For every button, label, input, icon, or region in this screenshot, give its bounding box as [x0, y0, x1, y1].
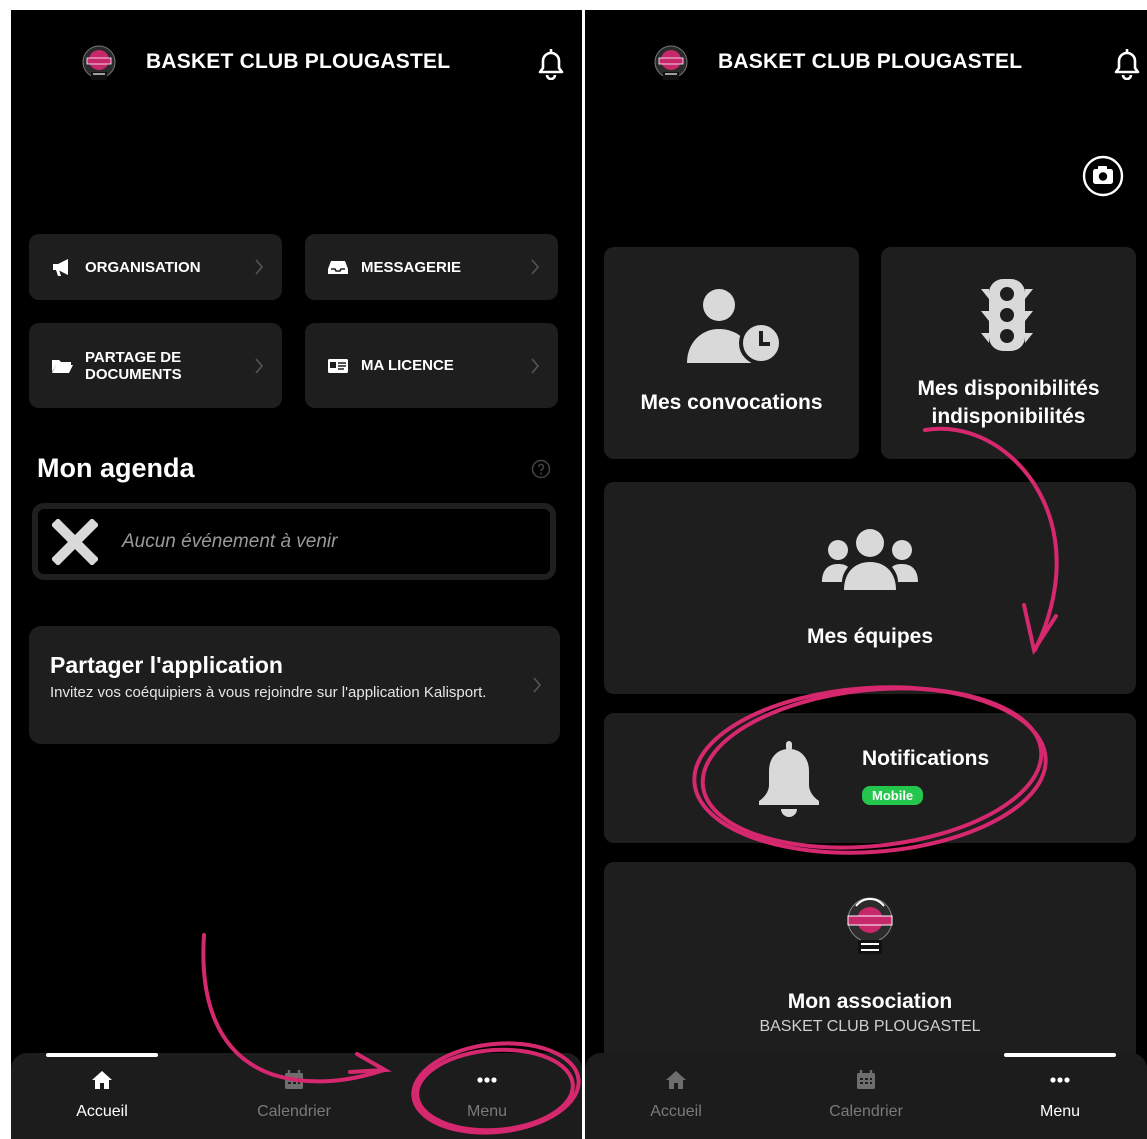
bottom-tab-bar: Accueil Calendrier Menu	[585, 1053, 1147, 1139]
club-name: BASKET CLUB PLOUGASTEL	[718, 50, 1023, 73]
chevron-right-icon	[255, 358, 264, 374]
availability-tile[interactable]: Mes disponibilités indisponibilités	[881, 247, 1136, 459]
agenda-empty-text: Aucun événement à venir	[122, 531, 338, 552]
ma-licence-label: MA LICENCE	[361, 357, 454, 374]
calendar-icon	[857, 1070, 875, 1089]
chevron-right-icon	[533, 677, 542, 693]
teams-title: Mes équipes	[806, 625, 934, 648]
users-group-icon	[822, 529, 918, 590]
user-clock-icon	[687, 289, 781, 365]
chevron-right-icon	[531, 358, 540, 374]
home-icon	[92, 1071, 112, 1089]
club-crest-icon	[847, 897, 893, 954]
megaphone-icon	[53, 259, 68, 276]
share-app-card[interactable]: Partager l'application Invitez vos coéqu…	[29, 626, 560, 744]
ma-licence-link[interactable]: MA LICENCE	[305, 323, 558, 408]
bell-icon	[759, 741, 819, 817]
agenda-empty-state: Aucun événement à venir	[32, 503, 556, 580]
tab-accueil-label: Accueil	[650, 1103, 702, 1120]
club-logo-icon	[82, 45, 116, 80]
calendar-icon	[285, 1070, 303, 1089]
active-tab-indicator	[1004, 1053, 1116, 1057]
tab-calendrier[interactable]: Calendrier	[775, 1053, 957, 1139]
help-icon[interactable]	[531, 459, 551, 479]
agenda-title: Mon agenda	[37, 453, 195, 483]
organisation-link[interactable]: ORGANISATION	[29, 234, 282, 300]
tab-calendrier[interactable]: Calendrier	[203, 1053, 385, 1139]
more-icon	[1050, 1077, 1070, 1083]
tab-menu-label: Menu	[466, 1103, 508, 1120]
app-header: BASKET CLUB PLOUGASTEL	[11, 10, 582, 120]
id-card-icon	[328, 358, 348, 373]
convocations-title: Mes convocations	[640, 391, 823, 414]
club-name: BASKET CLUB PLOUGASTEL	[146, 50, 451, 73]
partage-documents-link[interactable]: PARTAGE DE DOCUMENTS	[29, 323, 282, 408]
share-app-title: Partager l'application	[50, 652, 283, 678]
club-logo-icon	[654, 45, 688, 80]
chevron-right-icon	[255, 259, 264, 275]
organisation-label: ORGANISATION	[85, 258, 201, 276]
notification-bell-icon[interactable]	[1111, 46, 1143, 80]
partage-documents-label: PARTAGE DE DOCUMENTS	[85, 348, 182, 383]
tab-menu[interactable]: Menu	[970, 1053, 1147, 1139]
chevron-right-icon	[531, 259, 540, 275]
messagerie-label: MESSAGERIE	[361, 258, 462, 276]
notifications-title: Notifications	[862, 747, 990, 770]
bottom-tab-bar: Accueil Calendrier Menu	[11, 1053, 582, 1139]
association-name: BASKET CLUB PLOUGASTEL	[759, 1018, 981, 1035]
close-icon	[52, 519, 98, 565]
tab-menu[interactable]: Menu	[397, 1053, 577, 1139]
tab-calendrier-label: Calendrier	[257, 1103, 331, 1120]
tab-accueil[interactable]: Accueil	[11, 1053, 193, 1139]
app-header: BASKET CLUB PLOUGASTEL	[585, 10, 1147, 120]
notification-bell-icon[interactable]	[535, 46, 567, 80]
share-app-description: Invitez vos coéquipiers à vous rejoindre…	[50, 684, 487, 701]
folder-icon	[52, 359, 73, 373]
notifications-tile[interactable]: Notifications Mobile	[604, 713, 1136, 843]
home-icon	[666, 1071, 686, 1089]
tab-accueil[interactable]: Accueil	[585, 1053, 767, 1139]
tab-accueil-label: Accueil	[76, 1103, 128, 1120]
more-icon	[477, 1077, 497, 1083]
inbox-icon	[328, 261, 348, 274]
traffic-light-icon	[981, 279, 1033, 351]
messagerie-link[interactable]: MESSAGERIE	[305, 234, 558, 300]
availability-title-line1: Mes disponibilités	[917, 377, 1100, 400]
tab-menu-label: Menu	[1039, 1103, 1081, 1120]
screen-home: BASKET CLUB PLOUGASTEL ORGANISATION MESS…	[11, 10, 582, 1139]
availability-title-line2: indisponibilités	[931, 405, 1086, 428]
active-tab-indicator	[46, 1053, 158, 1057]
screen-menu: BASKET CLUB PLOUGASTEL Mes convocations	[585, 10, 1147, 1139]
tab-calendrier-label: Calendrier	[829, 1103, 903, 1120]
camera-icon[interactable]	[1082, 155, 1124, 197]
teams-tile[interactable]: Mes équipes	[604, 482, 1136, 694]
mobile-badge: Mobile	[862, 786, 924, 805]
association-title: Mon association	[787, 990, 953, 1013]
convocations-tile[interactable]: Mes convocations	[604, 247, 859, 459]
